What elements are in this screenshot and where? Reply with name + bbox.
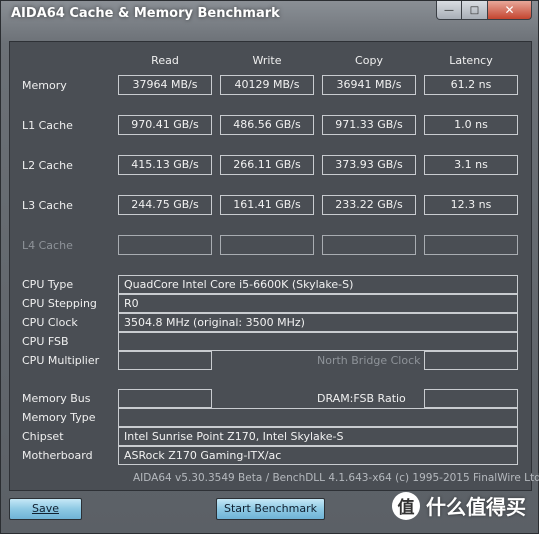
cpu-fsb-label: CPU FSB <box>22 335 69 348</box>
watermark-logo-icon: 值 <box>392 491 420 520</box>
memory-bus-label: Memory Bus <box>22 392 91 405</box>
watermark: 值 什么值得买 <box>392 491 526 520</box>
memory-type-value <box>118 408 518 427</box>
results-panel: Read Write Copy Latency Memory 37964 MB/… <box>9 41 532 491</box>
watermark-text: 什么值得买 <box>426 495 526 519</box>
cpu-stepping-label: CPU Stepping <box>22 297 97 310</box>
memory-latency-value: 61.2 ns <box>424 75 518 95</box>
save-button-label: Save <box>31 502 59 515</box>
dram-fsb-ratio-label: DRAM:FSB Ratio <box>317 392 406 405</box>
l1-latency-value: 1.0 ns <box>424 115 518 135</box>
minimize-button[interactable]: — <box>436 1 462 20</box>
north-bridge-clock-value <box>424 351 518 370</box>
start-benchmark-label: Start Benchmark <box>223 502 318 515</box>
cpu-fsb-value <box>118 332 518 351</box>
memory-type-label: Memory Type <box>22 411 96 424</box>
version-footer: AIDA64 v5.30.3549 Beta / BenchDLL 4.1.64… <box>133 472 539 484</box>
app-window: AIDA64 Cache & Memory Benchmark — □ ✕ Re… <box>0 0 539 534</box>
chipset-value: Intel Sunrise Point Z170, Intel Skylake-… <box>118 427 518 446</box>
l2-read-value: 415.13 GB/s <box>118 155 212 175</box>
row-label-l3-cache: L3 Cache <box>22 199 73 212</box>
l4-latency-value <box>424 235 518 255</box>
close-button[interactable]: ✕ <box>488 1 532 20</box>
memory-write-value: 40129 MB/s <box>220 75 314 95</box>
row-label-l1-cache: L1 Cache <box>22 119 73 132</box>
window-title: AIDA64 Cache & Memory Benchmark <box>11 6 280 21</box>
l3-read-value: 244.75 GB/s <box>118 195 212 215</box>
l2-copy-value: 373.93 GB/s <box>322 155 416 175</box>
l1-write-value: 486.56 GB/s <box>220 115 314 135</box>
l2-latency-value: 3.1 ns <box>424 155 518 175</box>
window-controls: — □ ✕ <box>436 1 532 20</box>
l3-copy-value: 233.22 GB/s <box>322 195 416 215</box>
cpu-type-value: QuadCore Intel Core i5-6600K (Skylake-S) <box>118 275 518 294</box>
cpu-multiplier-label: CPU Multiplier <box>22 354 100 367</box>
l2-write-value: 266.11 GB/s <box>220 155 314 175</box>
motherboard-value: ASRock Z170 Gaming-ITX/ac <box>118 446 518 465</box>
column-header-write: Write <box>252 54 282 67</box>
l4-copy-value <box>322 235 416 255</box>
dram-fsb-ratio-value <box>424 389 518 408</box>
row-label-l4-cache: L4 Cache <box>22 239 73 252</box>
cpu-clock-value: 3504.8 MHz (original: 3500 MHz) <box>118 313 518 332</box>
start-benchmark-button[interactable]: Start Benchmark <box>216 498 325 520</box>
cpu-clock-label: CPU Clock <box>22 316 78 329</box>
memory-bus-value <box>118 389 212 408</box>
column-header-latency: Latency <box>449 54 493 67</box>
maximize-button[interactable]: □ <box>462 1 488 20</box>
l3-latency-value: 12.3 ns <box>424 195 518 215</box>
chipset-label: Chipset <box>22 430 64 443</box>
l1-copy-value: 971.33 GB/s <box>322 115 416 135</box>
cpu-type-label: CPU Type <box>22 278 74 291</box>
cpu-stepping-value: R0 <box>118 294 518 313</box>
motherboard-label: Motherboard <box>22 449 93 462</box>
l4-write-value <box>220 235 314 255</box>
north-bridge-clock-label: North Bridge Clock <box>317 354 421 367</box>
column-header-read: Read <box>151 54 179 67</box>
save-button[interactable]: Save <box>9 498 82 520</box>
row-label-memory: Memory <box>22 79 67 92</box>
column-header-copy: Copy <box>355 54 383 67</box>
cpu-multiplier-value <box>118 351 212 370</box>
title-bar[interactable]: AIDA64 Cache & Memory Benchmark — □ ✕ <box>1 1 538 29</box>
l1-read-value: 970.41 GB/s <box>118 115 212 135</box>
l4-read-value <box>118 235 212 255</box>
row-label-l2-cache: L2 Cache <box>22 159 73 172</box>
memory-copy-value: 36941 MB/s <box>322 75 416 95</box>
memory-read-value: 37964 MB/s <box>118 75 212 95</box>
l3-write-value: 161.41 GB/s <box>220 195 314 215</box>
